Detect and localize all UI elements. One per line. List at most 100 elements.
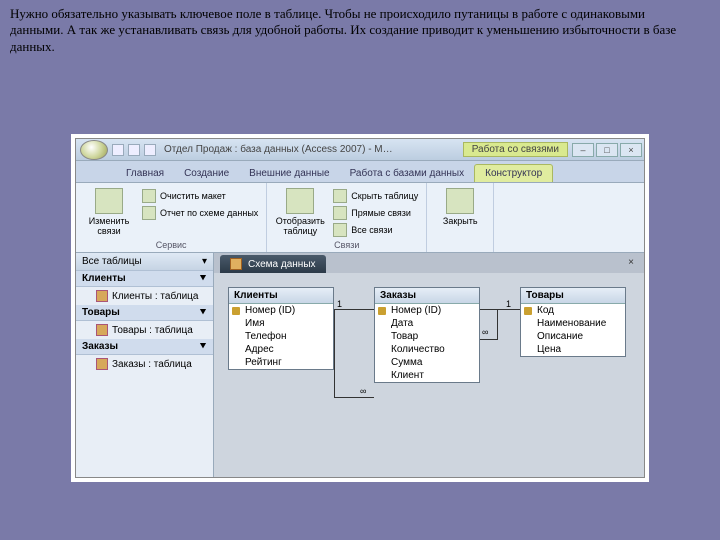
tab-database-tools[interactable]: Работа с базами данных: [340, 165, 475, 182]
contextual-title: Работа со связями: [463, 142, 568, 157]
schema-report-icon: [142, 206, 156, 220]
collapse-icon: ⯆: [199, 273, 207, 284]
relation-end-many: ∞: [482, 327, 488, 337]
relation-line: [334, 309, 335, 397]
ribbon-tabs: Главная Создание Внешние данные Работа с…: [76, 161, 644, 183]
navgroup-label: Товары: [82, 307, 120, 318]
quick-access-toolbar: [112, 144, 156, 156]
navitem-label: Заказы : таблица: [112, 359, 192, 370]
direct-relations-button[interactable]: Прямые связи: [331, 205, 420, 221]
edit-relations-button[interactable]: Изменить связи: [82, 185, 136, 236]
navpane-header[interactable]: Все таблицы ▾: [76, 253, 213, 271]
schema-report-label: Отчет по схеме данных: [160, 208, 258, 218]
all-relations-button[interactable]: Все связи: [331, 222, 420, 238]
qat-redo-icon[interactable]: [144, 144, 156, 156]
navitem-label: Клиенты : таблица: [112, 291, 198, 302]
schema-report-button[interactable]: Отчет по схеме данных: [140, 205, 260, 221]
hide-table-icon: [333, 189, 347, 203]
titlebar: Отдел Продаж : база данных (Access 2007)…: [76, 139, 644, 161]
table-icon: [96, 324, 108, 336]
table-icon: [96, 290, 108, 302]
relation-line: [334, 397, 374, 398]
field[interactable]: Товар: [375, 330, 479, 343]
table-goods[interactable]: Товары Код Наименование Описание Цена: [520, 287, 626, 357]
all-relations-label: Все связи: [351, 225, 392, 235]
document-close-button[interactable]: ×: [624, 257, 638, 271]
direct-relations-icon: [333, 206, 347, 220]
navitem-orders-table[interactable]: Заказы : таблица: [76, 355, 213, 373]
show-table-icon: [286, 188, 314, 214]
field[interactable]: Телефон: [229, 330, 333, 343]
tab-create[interactable]: Создание: [174, 165, 239, 182]
ribbon-group-relations: Отобразить таблицу Скрыть таблицу Прямые…: [267, 183, 427, 252]
field-key[interactable]: Номер (ID): [229, 304, 333, 317]
ribbon: Изменить связи Очистить макет Отчет по с…: [76, 183, 644, 253]
close-designer-button[interactable]: Закрыть: [433, 185, 487, 226]
qat-save-icon[interactable]: [112, 144, 124, 156]
clear-layout-icon: [142, 189, 156, 203]
field[interactable]: Имя: [229, 317, 333, 330]
hide-table-button[interactable]: Скрыть таблицу: [331, 188, 420, 204]
relation-line: [480, 339, 498, 340]
navgroup-label: Клиенты: [82, 273, 126, 284]
table-header: Клиенты: [229, 288, 333, 304]
tab-home[interactable]: Главная: [116, 165, 174, 182]
tab-designer[interactable]: Конструктор: [474, 164, 553, 182]
collapse-icon: ⯆: [199, 307, 207, 318]
field[interactable]: Сумма: [375, 356, 479, 369]
field[interactable]: Адрес: [229, 343, 333, 356]
relation-line[interactable]: [334, 309, 374, 310]
navgroup-goods[interactable]: Товары ⯆: [76, 305, 213, 321]
field[interactable]: Количество: [375, 343, 479, 356]
navpane-title: Все таблицы: [82, 256, 142, 267]
ribbon-group-label: [433, 249, 487, 250]
field[interactable]: Рейтинг: [229, 356, 333, 369]
description-paragraph: Нужно обязательно указывать ключевое пол…: [10, 6, 700, 55]
relation-end-one: 1: [337, 299, 342, 309]
show-table-label: Отобразить таблицу: [273, 216, 327, 236]
relation-end-one: 1: [506, 299, 511, 309]
ribbon-group-label: Связи: [273, 239, 420, 250]
table-icon: [96, 358, 108, 370]
ribbon-group-close: Закрыть: [427, 183, 494, 252]
navgroup-orders[interactable]: Заказы⯆: [76, 339, 213, 355]
table-orders[interactable]: Заказы Номер (ID) Дата Товар Количество …: [374, 287, 480, 383]
field[interactable]: Цена: [521, 343, 625, 356]
workspace: Все таблицы ▾ Клиенты ⯆ Клиенты : таблица…: [76, 253, 644, 477]
qat-undo-icon[interactable]: [128, 144, 140, 156]
navitem-label: Товары : таблица: [112, 325, 193, 336]
relationships-canvas[interactable]: Схема данных × Клиенты Номер (ID) Имя Те…: [214, 253, 644, 477]
close-designer-label: Закрыть: [443, 216, 478, 226]
hide-table-label: Скрыть таблицу: [351, 191, 418, 201]
field[interactable]: Дата: [375, 317, 479, 330]
clear-layout-button[interactable]: Очистить макет: [140, 188, 260, 204]
chevron-down-icon: ▾: [202, 256, 207, 267]
navgroup-clients[interactable]: Клиенты ⯆: [76, 271, 213, 287]
ribbon-group-service: Изменить связи Очистить макет Отчет по с…: [76, 183, 267, 252]
table-clients[interactable]: Клиенты Номер (ID) Имя Телефон Адрес Рей…: [228, 287, 334, 370]
relation-line[interactable]: [480, 309, 520, 310]
show-table-button[interactable]: Отобразить таблицу: [273, 185, 327, 238]
field-key[interactable]: Номер (ID): [375, 304, 479, 317]
access-window: Отдел Продаж : база данных (Access 2007)…: [75, 138, 645, 478]
field[interactable]: Наименование: [521, 317, 625, 330]
field[interactable]: Клиент: [375, 369, 479, 382]
all-relations-icon: [333, 223, 347, 237]
relation-end-many: ∞: [360, 386, 366, 396]
navitem-goods-table[interactable]: Товары : таблица: [76, 321, 213, 339]
tab-external-data[interactable]: Внешние данные: [239, 165, 339, 182]
table-header: Товары: [521, 288, 625, 304]
ribbon-group-label: Сервис: [82, 239, 260, 250]
document-tab[interactable]: Схема данных: [220, 255, 326, 273]
navigation-pane: Все таблицы ▾ Клиенты ⯆ Клиенты : таблица…: [76, 253, 214, 477]
navitem-clients-table[interactable]: Клиенты : таблица: [76, 287, 213, 305]
field-key[interactable]: Код: [521, 304, 625, 317]
minimize-button[interactable]: –: [572, 143, 594, 157]
maximize-button[interactable]: □: [596, 143, 618, 157]
close-button[interactable]: ×: [620, 143, 642, 157]
office-orb-button[interactable]: [80, 140, 108, 160]
field[interactable]: Описание: [521, 330, 625, 343]
table-header: Заказы: [375, 288, 479, 304]
diagram-surface[interactable]: Клиенты Номер (ID) Имя Телефон Адрес Рей…: [214, 273, 644, 477]
relation-line: [497, 309, 498, 339]
